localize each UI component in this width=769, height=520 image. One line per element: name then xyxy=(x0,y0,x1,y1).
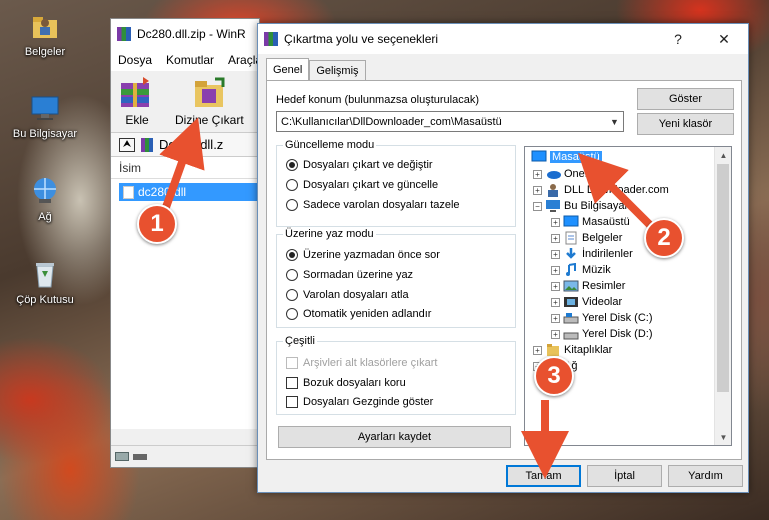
annotation-arrows xyxy=(159,117,653,479)
step-badge-1: 1 xyxy=(137,204,177,244)
arrow-step1 xyxy=(159,117,205,212)
arrow-step2 xyxy=(578,153,653,228)
step-badge-2: 2 xyxy=(644,218,684,258)
step-badge-3: 3 xyxy=(534,356,574,396)
